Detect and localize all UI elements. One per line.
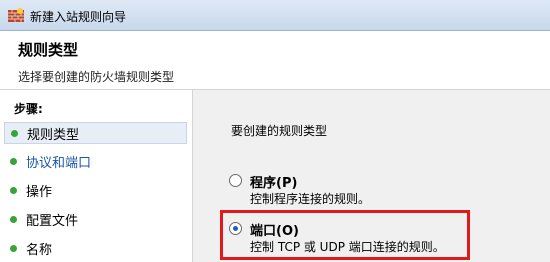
steps-heading: 步骤: [14, 102, 43, 116]
step-bullet-icon [10, 186, 17, 194]
step-name[interactable]: 名称 [4, 237, 187, 259]
step-protocol-port[interactable]: 协议和端口 [4, 150, 187, 172]
window-title: 新建入站规则向导 [30, 10, 127, 24]
step-profile[interactable]: 配置文件 [4, 208, 187, 230]
step-label: 名称 [26, 242, 53, 258]
step-label: 配置文件 [26, 213, 79, 229]
step-bullet-icon [10, 157, 17, 165]
page-title: 规则类型 [18, 41, 79, 59]
program-description: 控制程序连接的规则。 [250, 192, 371, 206]
step-bullet-icon [11, 129, 18, 137]
rule-type-question: 要创建的规则类型 [231, 124, 328, 138]
highlight-annotation [220, 210, 470, 260]
wizard-header: 规则类型 选择要创建的防火墙规则类型 [0, 31, 550, 90]
steps-panel: 步骤: 规则类型 协议和端口 操作 配置文件 名称 [0, 90, 193, 262]
step-rule-type[interactable]: 规则类型 [4, 122, 187, 144]
page-subtitle: 选择要创建的防火墙规则类型 [18, 70, 175, 84]
step-label: 协议和端口 [26, 155, 92, 171]
step-bullet-icon [10, 244, 17, 252]
step-label: 规则类型 [27, 127, 80, 143]
step-bullet-icon [10, 215, 17, 223]
program-label: 程序(P) [250, 176, 298, 191]
step-label: 操作 [26, 184, 53, 200]
firewall-icon [8, 8, 24, 22]
program-radio[interactable] [229, 174, 242, 187]
window-titlebar: 新建入站规则向导 [0, 0, 550, 31]
step-action[interactable]: 操作 [4, 179, 187, 201]
